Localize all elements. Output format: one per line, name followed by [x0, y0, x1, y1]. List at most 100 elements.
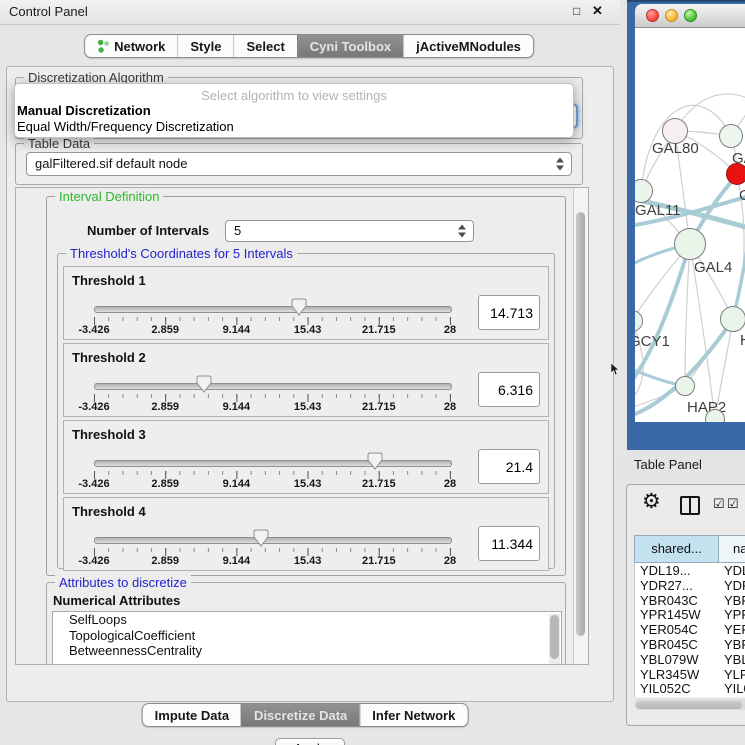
vertical-scrollbar-thumb[interactable] [576, 212, 585, 636]
column-header-name[interactable]: na [719, 535, 745, 563]
slider-track[interactable] [94, 383, 452, 390]
close-window-icon[interactable] [646, 9, 659, 22]
table-data-selected-value: galFiltered.sif default node [35, 156, 187, 171]
horizontal-scrollbar[interactable] [634, 699, 745, 710]
float-window-icon[interactable]: □ [573, 4, 580, 18]
cyni-toolbox-panel: Discretization Algorithm Select algorith… [6, 66, 614, 702]
table-header-row: shared... na [634, 535, 745, 563]
threshold-value-input[interactable] [478, 526, 540, 561]
split-columns-icon[interactable] [680, 496, 700, 515]
tab-jactivemnodules[interactable]: jActiveMNodules [403, 35, 533, 57]
horizontal-scrollbar-thumb[interactable] [636, 701, 742, 709]
number-of-intervals-select[interactable]: 5 [225, 220, 474, 242]
tick-label: 28 [444, 324, 456, 336]
algorithm-option-manual-discretization[interactable]: Manual Discretization [15, 103, 573, 119]
network-node-hap2[interactable] [675, 376, 695, 396]
network-node-c[interactable] [726, 163, 745, 185]
combo-arrows-icon [556, 158, 565, 171]
tab-label: Network [114, 39, 165, 54]
column-header-shared-name[interactable]: shared... [634, 535, 719, 563]
table-row[interactable]: YBR043CYBR0 [635, 593, 745, 608]
slider-track[interactable] [94, 306, 452, 313]
tab-label: Infer Network [372, 708, 455, 723]
attributes-scrollbar-thumb[interactable] [550, 615, 559, 659]
apply-button[interactable]: Apply [275, 738, 345, 745]
thresholds-group: Threshold's Coordinates for 5 Intervals … [57, 253, 555, 569]
algorithm-option-equal-width-frequency-discretization[interactable]: Equal Width/Frequency Discretization [15, 119, 573, 135]
tab-label: jActiveMNodules [416, 39, 521, 54]
numerical-attributes-list[interactable]: SelfLoopsTopologicalCoefficientBetweenne… [52, 611, 562, 665]
network-node[interactable] [705, 409, 725, 422]
thresholds-group-title: Threshold's Coordinates for 5 Intervals [66, 246, 297, 261]
slider-track[interactable] [94, 537, 452, 544]
slider-thumb[interactable] [291, 298, 307, 316]
tick-label: 9.144 [223, 555, 251, 567]
tab-style[interactable]: Style [177, 35, 233, 57]
checkbox-icon[interactable]: ☑ [713, 496, 725, 512]
network-view-window: GAL80GACGAL11GAL4GCY1HHAP2 [627, 0, 745, 452]
table-row[interactable]: YDL19...YDL1 [635, 563, 745, 578]
checkbox-icon[interactable]: ☑ [727, 496, 739, 512]
threshold-list: Threshold 1-3.4262.8599.14415.4321.71528… [63, 266, 549, 574]
tick-label: 2.859 [151, 401, 179, 413]
tick-label: 9.144 [223, 324, 251, 336]
table-row[interactable]: YBR045CYBR0 [635, 637, 745, 652]
mouse-cursor [611, 363, 621, 376]
slider-thumb[interactable] [367, 452, 383, 470]
attribute-item-betweennesscentrality[interactable]: BetweennessCentrality [53, 643, 561, 659]
close-icon[interactable]: ✕ [592, 3, 603, 19]
attributes-scrollbar[interactable] [549, 614, 560, 665]
table-row[interactable]: YPR145WYPR1 [635, 607, 745, 622]
table-row[interactable]: YDR27...YDR2 [635, 578, 745, 593]
cell-name: YBR0 [720, 593, 745, 608]
tab-select[interactable]: Select [233, 35, 296, 57]
algorithm-popup-hint: Select algorithm to view settings [15, 88, 573, 103]
table-row[interactable]: YIL052CYIL0 [635, 681, 745, 696]
table-row[interactable]: YLR345WYLR3 [635, 667, 745, 682]
tab-network[interactable]: Network [85, 35, 177, 57]
tick-label: 21.715 [362, 401, 396, 413]
threshold-value-input[interactable] [478, 449, 540, 484]
node-label-h: H [740, 332, 745, 349]
network-icon [97, 39, 109, 53]
bottom-tabbar: Impute Data Discretize Data Infer Network [142, 703, 469, 727]
zoom-window-icon[interactable] [684, 9, 697, 22]
attributes-group-title: Attributes to discretize [55, 575, 191, 590]
slider-track[interactable] [94, 460, 452, 467]
cell-name: YDL1 [720, 563, 745, 578]
control-panel-title: Control Panel [9, 4, 88, 19]
algorithm-popup-options: Manual DiscretizationEqual Width/Frequen… [15, 103, 573, 135]
tick-label: 15.43 [294, 401, 322, 413]
threshold-value-input[interactable] [478, 295, 540, 330]
tab-infer-network[interactable]: Infer Network [359, 704, 467, 726]
vertical-scrollbar[interactable] [573, 188, 588, 664]
tick-label: 15.43 [294, 324, 322, 336]
attribute-item-topologicalcoefficient[interactable]: TopologicalCoefficient [53, 628, 561, 644]
minimize-window-icon[interactable] [665, 9, 678, 22]
network-canvas[interactable]: GAL80GACGAL11GAL4GCY1HHAP2 [635, 28, 745, 422]
cell-shared-name: YLR345W [635, 667, 720, 682]
tab-impute-data[interactable]: Impute Data [143, 704, 241, 726]
slider-thumb[interactable] [253, 529, 269, 547]
control-panel-titlebar: Control Panel □ ✕ [0, 0, 620, 25]
table-row[interactable]: YER054CYER0 [635, 622, 745, 637]
table-data-select[interactable]: galFiltered.sif default node [26, 152, 572, 176]
threshold-value-input[interactable] [478, 372, 540, 407]
tab-label: Impute Data [155, 708, 229, 723]
tab-cyni-toolbox[interactable]: Cyni Toolbox [297, 35, 403, 57]
network-node-gal4[interactable] [674, 228, 706, 260]
network-node-h[interactable] [720, 306, 745, 332]
tick-label: -3.426 [78, 555, 109, 567]
algorithm-popup: Select algorithm to view settings Manual… [14, 83, 574, 138]
tick-label: -3.426 [78, 401, 109, 413]
tick-label: -3.426 [78, 478, 109, 490]
tab-discretize-data[interactable]: Discretize Data [241, 704, 359, 726]
network-node-ga[interactable] [719, 124, 743, 148]
attribute-item-selfloops[interactable]: SelfLoops [53, 612, 561, 628]
threshold-block-threshold-3: Threshold 3-3.4262.8599.14415.4321.71528 [63, 420, 549, 494]
table-row[interactable]: YBL079WYBL0 [635, 652, 745, 667]
slider-thumb[interactable] [196, 375, 212, 393]
tick-labels: -3.4262.8599.14415.4321.71528 [94, 478, 450, 491]
cell-shared-name: YBL079W [635, 652, 720, 667]
settings-gear-icon[interactable]: ⚙ [642, 489, 661, 514]
